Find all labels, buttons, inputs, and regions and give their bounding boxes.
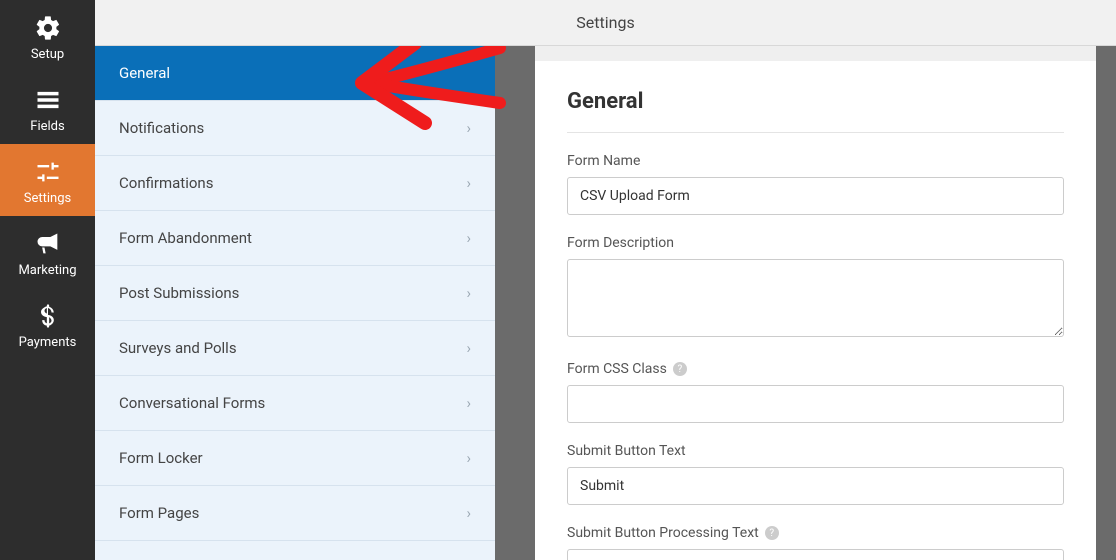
subnav-item-label: Form Pages xyxy=(119,504,199,522)
below-top: General Notifications › Confirmations › … xyxy=(95,46,1116,560)
rail-item-fields[interactable]: Fields xyxy=(0,72,95,144)
subnav-item-conversational-forms[interactable]: Conversational Forms › xyxy=(95,376,495,431)
submit-button-text-input[interactable] xyxy=(567,467,1064,505)
chevron-right-icon: › xyxy=(466,339,471,357)
chevron-right-icon: › xyxy=(466,174,471,192)
chevron-right-icon: › xyxy=(466,504,471,522)
subnav-item-label: Conversational Forms xyxy=(119,394,265,412)
subnav-item-label: Form Locker xyxy=(119,449,203,467)
form-name-label: Form Name xyxy=(567,153,1064,169)
chevron-right-icon: › xyxy=(466,394,471,412)
subnav-item-confirmations[interactable]: Confirmations › xyxy=(95,156,495,211)
subnav-item-label: Post Submissions xyxy=(119,284,239,302)
field-form-description: Form Description xyxy=(567,235,1064,341)
panel-heading: General xyxy=(567,89,1064,133)
form-description-label: Form Description xyxy=(567,235,1064,251)
subnav-item-label: Confirmations xyxy=(119,174,213,192)
subnav-item-label: General xyxy=(119,64,170,82)
chevron-right-icon: › xyxy=(466,284,471,302)
rail-item-label: Settings xyxy=(24,191,71,206)
rail-item-payments[interactable]: Payments xyxy=(0,288,95,360)
subnav-item-general[interactable]: General xyxy=(95,46,495,101)
subnav-item-label: Surveys and Polls xyxy=(119,339,237,357)
subnav-item-label: Form Abandonment xyxy=(119,229,252,247)
form-css-label-text: Form CSS Class xyxy=(567,361,667,377)
dollar-icon xyxy=(34,302,62,330)
sliders-icon xyxy=(34,158,62,186)
rail-item-label: Payments xyxy=(19,335,77,350)
help-icon[interactable]: ? xyxy=(673,362,687,376)
panel-gap-right xyxy=(1096,46,1116,560)
subnav-item-form-abandonment[interactable]: Form Abandonment › xyxy=(95,211,495,266)
rail-item-setup[interactable]: Setup xyxy=(0,0,95,72)
field-form-css-class: Form CSS Class ? xyxy=(567,361,1064,423)
chevron-right-icon: › xyxy=(466,449,471,467)
chevron-right-icon: › xyxy=(466,119,471,137)
list-icon xyxy=(34,86,62,114)
rail-item-settings[interactable]: Settings xyxy=(0,144,95,216)
field-submit-button-text: Submit Button Text xyxy=(567,443,1064,505)
top-bar: Settings xyxy=(95,0,1116,46)
submit-button-processing-text-input[interactable] xyxy=(567,549,1064,560)
bullhorn-icon xyxy=(34,230,62,258)
subnav-item-post-submissions[interactable]: Post Submissions › xyxy=(95,266,495,321)
field-submit-button-processing-text: Submit Button Processing Text ? xyxy=(567,525,1064,560)
help-icon[interactable]: ? xyxy=(765,526,779,540)
subnav-item-form-locker[interactable]: Form Locker › xyxy=(95,431,495,486)
gear-icon xyxy=(34,14,62,42)
rail-item-label: Setup xyxy=(31,47,64,62)
form-description-input[interactable] xyxy=(567,259,1064,337)
subnav-item-label: Notifications xyxy=(119,119,204,137)
subnav-item-notifications[interactable]: Notifications › xyxy=(95,101,495,156)
submit-button-text-label: Submit Button Text xyxy=(567,443,1064,459)
content-wrap: Settings General Notifications › Confirm… xyxy=(95,0,1116,560)
settings-subnav: General Notifications › Confirmations › … xyxy=(95,46,495,560)
rail-item-label: Marketing xyxy=(18,263,76,278)
panel-gap xyxy=(495,46,535,560)
subnav-item-surveys-and-polls[interactable]: Surveys and Polls › xyxy=(95,321,495,376)
page-title: Settings xyxy=(576,13,634,32)
submit-processing-text-label: Submit Button Processing Text ? xyxy=(567,525,1064,541)
primary-rail: Setup Fields Settings Marketing Payments xyxy=(0,0,95,560)
rail-item-label: Fields xyxy=(30,119,64,134)
form-name-input[interactable] xyxy=(567,177,1064,215)
form-css-class-label: Form CSS Class ? xyxy=(567,361,1064,377)
settings-panel: General Form Name Form Description Form … xyxy=(535,61,1096,560)
form-css-class-input[interactable] xyxy=(567,385,1064,423)
subnav-item-form-pages[interactable]: Form Pages › xyxy=(95,486,495,541)
submit-processing-label-text: Submit Button Processing Text xyxy=(567,525,759,541)
chevron-right-icon: › xyxy=(466,229,471,247)
field-form-name: Form Name xyxy=(567,153,1064,215)
rail-item-marketing[interactable]: Marketing xyxy=(0,216,95,288)
